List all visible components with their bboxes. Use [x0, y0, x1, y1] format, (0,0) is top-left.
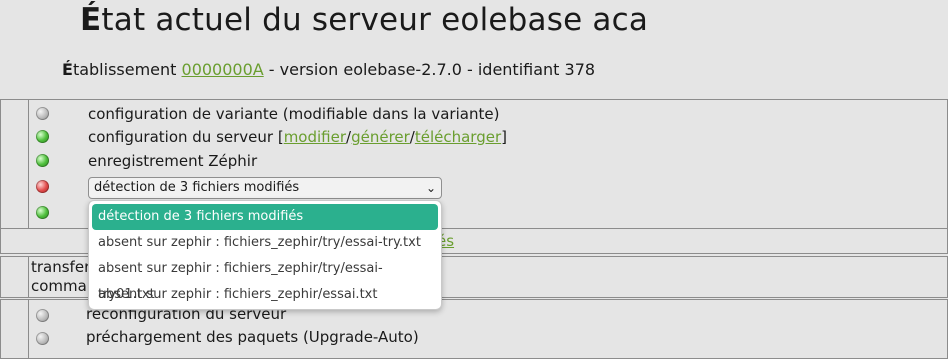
dropdown-option[interactable]: absent sur zephir : fichiers_zephir/try/… — [92, 256, 438, 302]
reconfig-led-icon — [36, 309, 49, 322]
telecharger-link[interactable]: télécharger — [415, 128, 501, 146]
generer-link[interactable]: générer — [351, 128, 410, 146]
server-info-suffix: - version eolebase-2.7.0 - identifiant 3… — [263, 60, 596, 79]
server-info-prefix: tablissement — [72, 60, 182, 79]
panel-divider — [28, 100, 29, 228]
modifier-link[interactable]: modifier — [284, 128, 346, 146]
dropdown-option[interactable]: détection de 3 fichiers modifiés — [92, 204, 438, 230]
select-value: détection de 3 fichiers modifiés — [94, 180, 300, 195]
server-info-line: Établissement 0000000A - version eolebas… — [62, 59, 595, 81]
dropdown-option[interactable]: absent sur zephir : fichiers_zephir/essa… — [92, 282, 438, 308]
modified-files-select[interactable]: détection de 3 fichiers modifiés ⌄ — [88, 177, 442, 199]
variante-status-led-icon — [36, 107, 49, 120]
zephir-status-led-icon — [36, 154, 49, 167]
files-status-led-icon — [36, 180, 49, 193]
page-title-text: tat actuel du serveur eolebase aca — [101, 2, 649, 38]
command-label: comman — [31, 277, 97, 295]
page-title-initial: É — [80, 2, 102, 38]
zephir-status-label: enregistrement Zéphir — [88, 152, 258, 170]
serveur-status-led-icon — [36, 130, 49, 143]
panel-divider — [28, 300, 29, 358]
serveur-status-label: configuration du serveur [ — [88, 128, 284, 146]
page-title: État actuel du serveur eolebase aca — [80, 0, 648, 40]
panel-divider — [28, 257, 29, 297]
dropdown-option[interactable]: absent sur zephir : fichiers_zephir/try/… — [92, 230, 438, 256]
server-info-initial: É — [62, 60, 73, 79]
extra-status-led-icon — [36, 206, 49, 219]
chevron-down-icon: ⌄ — [425, 181, 436, 195]
variante-status-label: configuration de variante (modifiable da… — [88, 105, 500, 123]
modified-files-dropdown: détection de 3 fichiers modifiés absent … — [88, 200, 442, 310]
link-bracket: ] — [501, 128, 507, 146]
prechargement-led-icon — [36, 332, 49, 345]
prechargement-action[interactable]: préchargement des paquets (Upgrade-Auto) — [86, 326, 419, 348]
etablissement-link[interactable]: 0000000A — [182, 60, 264, 79]
serveur-status-line: configuration du serveur [modifier/génér… — [88, 126, 507, 148]
